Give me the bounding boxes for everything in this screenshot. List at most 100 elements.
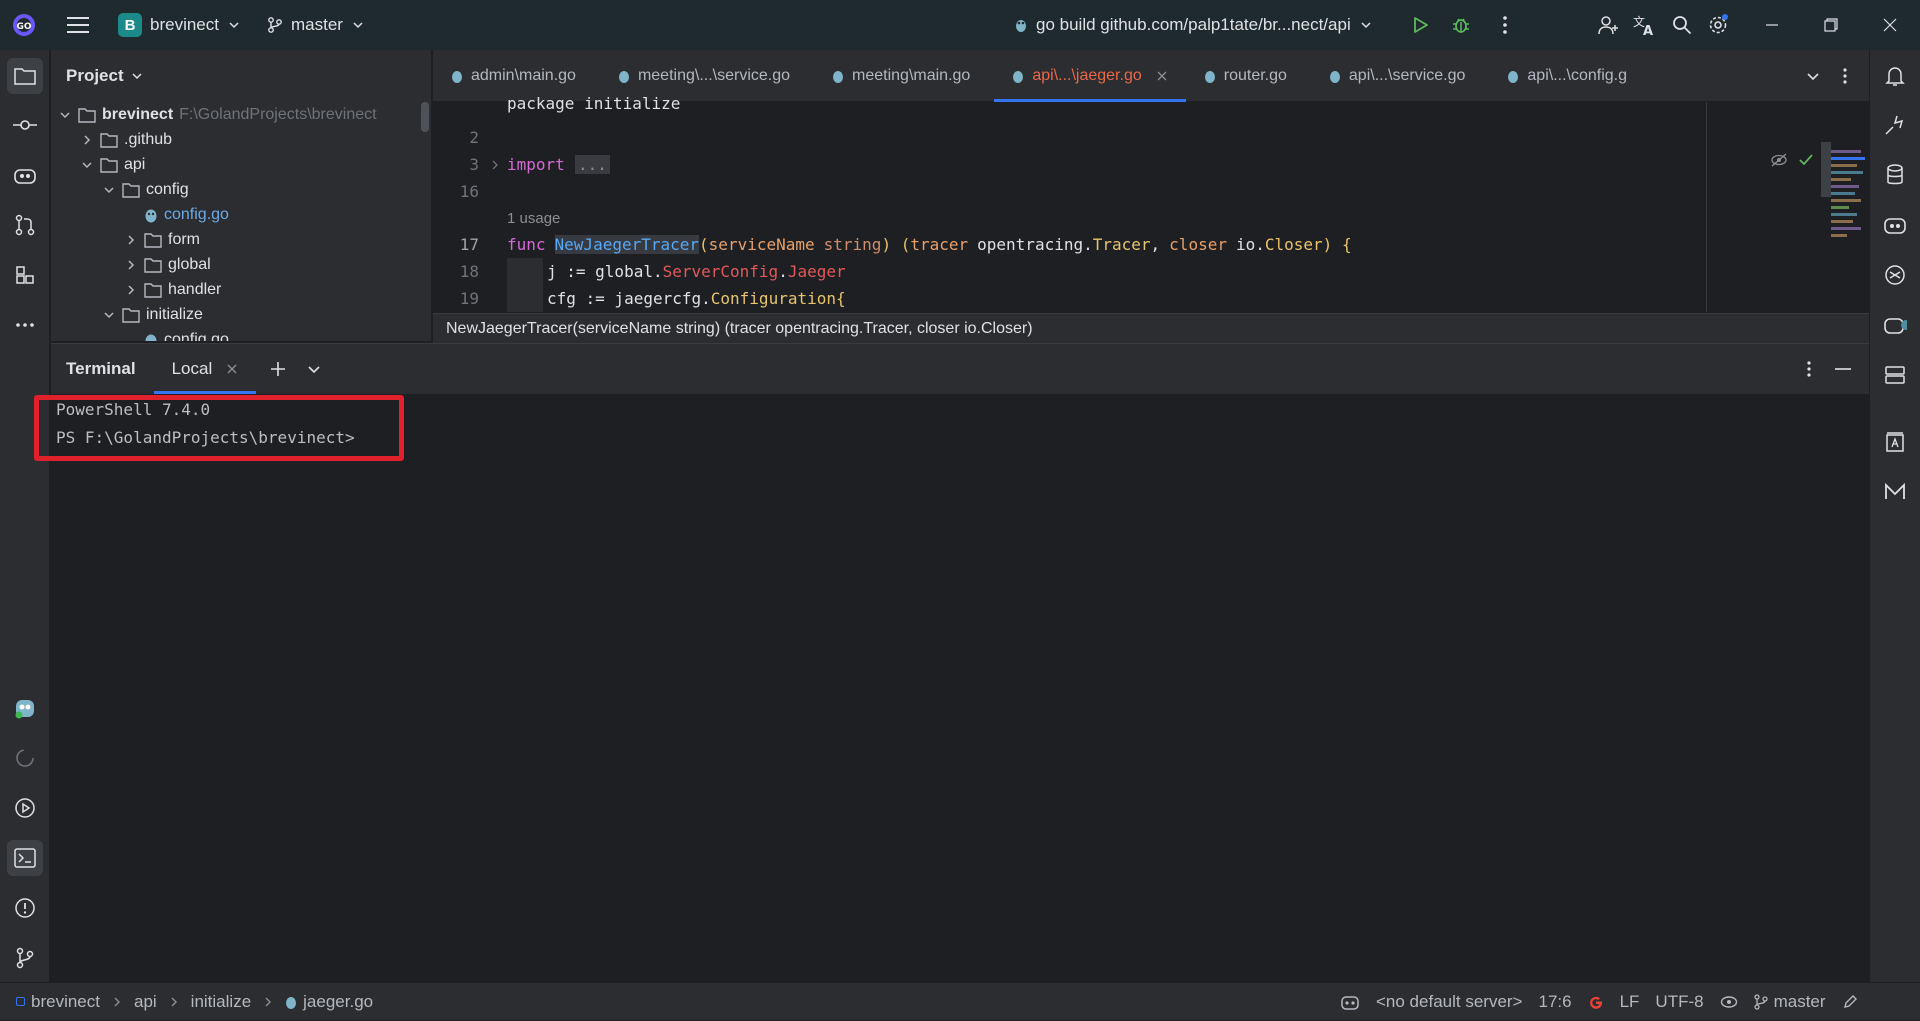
- tree-item-initialize[interactable]: initialize: [102, 302, 203, 327]
- file-encoding[interactable]: UTF-8: [1647, 992, 1711, 1012]
- gopher-plugin-icon[interactable]: [7, 690, 43, 726]
- tabs-more-icon[interactable]: [1827, 58, 1863, 94]
- chevron-down-icon: [82, 161, 92, 168]
- tree-item-github[interactable]: .github: [80, 127, 172, 152]
- code-line-16[interactable]: 16: [433, 178, 1703, 205]
- close-window-icon[interactable]: [1872, 7, 1908, 43]
- tabs-dropdown-icon[interactable]: [1795, 58, 1831, 94]
- tree-scrollbar[interactable]: [421, 102, 429, 132]
- usage-hint[interactable]: 1 usage: [433, 205, 1033, 232]
- line-separator[interactable]: LF: [1612, 992, 1648, 1012]
- tree-item-handler[interactable]: handler: [124, 277, 221, 302]
- api-client-icon[interactable]: [1877, 424, 1913, 460]
- google-translate-icon[interactable]: [1580, 994, 1612, 1010]
- markdown-icon[interactable]: [1877, 474, 1913, 510]
- minimap[interactable]: [1831, 102, 1869, 312]
- code-line-1[interactable]: package initialize: [433, 90, 1703, 117]
- project-tool-icon[interactable]: [7, 58, 43, 94]
- breadcrumb-item[interactable]: jaeger.go: [303, 992, 373, 1012]
- tree-item-form[interactable]: form: [124, 227, 200, 252]
- copilot-status-icon[interactable]: [1332, 993, 1368, 1011]
- inspection-eye-icon[interactable]: [1712, 996, 1746, 1008]
- svg-text:A: A: [1643, 24, 1653, 36]
- structure-icon[interactable]: [7, 257, 43, 293]
- problems-icon[interactable]: [7, 890, 43, 926]
- breadcrumb-item[interactable]: api: [134, 992, 157, 1012]
- goland-logo-icon[interactable]: GO: [6, 7, 42, 43]
- deployment-server[interactable]: <no default server>: [1368, 992, 1530, 1012]
- close-tab-icon[interactable]: [1156, 70, 1168, 82]
- codegeex-icon[interactable]: [1877, 307, 1913, 343]
- run-config-selector[interactable]: go build github.com/palp1tate/br...nect/…: [1004, 7, 1383, 43]
- folder-icon: [122, 182, 140, 198]
- go-file-icon: [618, 70, 629, 83]
- copilot-chat-icon[interactable]: [1877, 207, 1913, 243]
- pull-requests-icon[interactable]: [7, 207, 43, 243]
- run-icon[interactable]: [1402, 7, 1438, 43]
- close-tab-icon[interactable]: [226, 363, 238, 375]
- terminal-tab-local[interactable]: Local: [153, 344, 257, 394]
- keyword-import: import: [507, 155, 565, 174]
- git-branch-status[interactable]: master: [1746, 992, 1834, 1012]
- services-icon[interactable]: [7, 790, 43, 826]
- copilot-icon[interactable]: [7, 157, 43, 193]
- tongyi-icon[interactable]: [1877, 257, 1913, 293]
- line-number: 16: [459, 182, 479, 201]
- breadcrumb-item[interactable]: brevinect: [31, 992, 100, 1012]
- code-line-18[interactable]: 18 j := global. ServerConfig . Jaeger: [433, 258, 1733, 285]
- debug-icon[interactable]: [1443, 7, 1479, 43]
- code-line-17[interactable]: 17 func NewJaegerTracer ( serviceName st…: [433, 231, 1733, 258]
- more-actions-icon[interactable]: [1487, 7, 1523, 43]
- code-line-2[interactable]: 2: [433, 124, 1703, 151]
- project-panel-title: Project: [66, 66, 124, 85]
- folded-imports[interactable]: ...: [575, 155, 610, 174]
- tree-item-config-go[interactable]: config.go: [144, 202, 229, 227]
- tree-item-global[interactable]: global: [124, 252, 211, 277]
- chevron-right-icon: [114, 997, 120, 1006]
- fold-icon[interactable]: [490, 160, 500, 170]
- project-switcher[interactable]: B brevinect: [108, 7, 251, 43]
- git-icon[interactable]: [7, 940, 43, 976]
- terminal-dropdown-icon[interactable]: [296, 351, 332, 387]
- tree-item-label: handler: [168, 280, 222, 298]
- database-icon[interactable]: [1877, 157, 1913, 193]
- notifications-bell-icon[interactable]: [1877, 58, 1913, 94]
- minimize-icon[interactable]: [1754, 7, 1790, 43]
- code-line-19[interactable]: 19 cfg := jaegercfg. Configuration {: [433, 285, 1733, 312]
- caret-position[interactable]: 17:6: [1530, 992, 1579, 1012]
- new-terminal-tab-icon[interactable]: [260, 351, 296, 387]
- commit-icon[interactable]: [7, 107, 43, 143]
- code-line-3[interactable]: 3 import ...: [433, 151, 1703, 178]
- ai-assistant-icon[interactable]: [1877, 107, 1913, 143]
- code-token: opentracing.: [977, 235, 1093, 254]
- project-panel-header[interactable]: Project: [51, 50, 431, 102]
- function-name[interactable]: NewJaegerTracer: [554, 235, 700, 254]
- no-problems-check-icon[interactable]: [1796, 150, 1816, 170]
- terminal-options-icon[interactable]: [1791, 351, 1827, 387]
- tree-item-api[interactable]: api: [80, 152, 145, 177]
- profiler-icon[interactable]: [7, 740, 43, 776]
- edit-lock-icon[interactable]: [1834, 994, 1866, 1010]
- branch-switcher[interactable]: master: [257, 7, 375, 43]
- highlight-box: [34, 395, 404, 461]
- tree-item-config-go-2[interactable]: config.go: [144, 327, 229, 341]
- main-menu-icon[interactable]: [60, 7, 96, 43]
- editor-scrollbar[interactable]: [1821, 142, 1831, 197]
- tree-item-config-folder[interactable]: config: [102, 177, 189, 202]
- code-token: Jaeger: [787, 262, 846, 281]
- terminal-tool-icon[interactable]: [7, 840, 43, 876]
- hide-panel-icon[interactable]: [1825, 351, 1861, 387]
- chevron-right-icon: [128, 234, 135, 245]
- restore-icon[interactable]: [1813, 7, 1849, 43]
- code-token: ) {: [1322, 235, 1352, 254]
- services-panel-icon[interactable]: [1877, 357, 1913, 393]
- translate-icon[interactable]: 文A: [1626, 7, 1662, 43]
- breadcrumb-item[interactable]: initialize: [191, 992, 251, 1012]
- settings-gear-icon[interactable]: [1700, 7, 1736, 43]
- search-icon[interactable]: [1664, 7, 1700, 43]
- reader-mode-icon[interactable]: [1769, 150, 1789, 170]
- more-tools-icon[interactable]: [7, 307, 43, 343]
- add-user-icon[interactable]: [1590, 7, 1626, 43]
- chevron-down-icon: [104, 186, 114, 193]
- tree-root[interactable]: brevinect F:\GolandProjects\brevinect: [58, 102, 377, 127]
